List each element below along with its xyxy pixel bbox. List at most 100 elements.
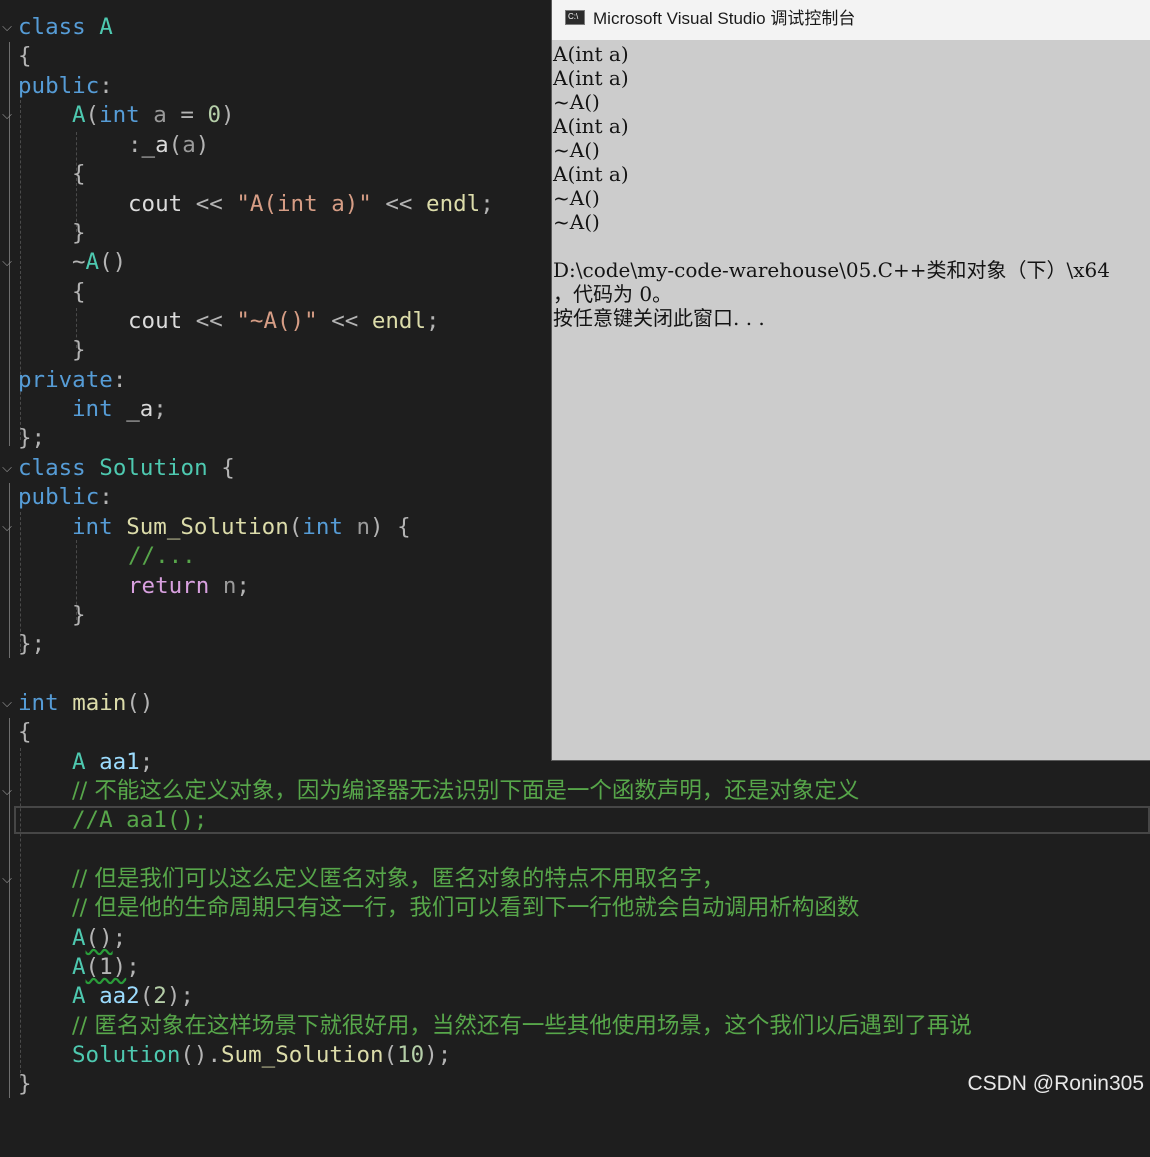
- punct: (: [168, 132, 183, 158]
- type-name: A: [85, 249, 100, 275]
- type-name: A: [72, 925, 86, 951]
- punct: <<: [371, 191, 427, 217]
- code-line[interactable]: A(1);: [0, 953, 1150, 982]
- console-line: ~A(): [553, 90, 600, 114]
- number: 2: [153, 983, 167, 1009]
- keyword: private: [18, 367, 113, 393]
- comment: // 但是我们可以这么定义匿名对象，匿名对象的特点不用取名字，: [72, 866, 725, 892]
- punct: );: [424, 1042, 452, 1068]
- console-line: A(int a): [553, 42, 629, 66]
- code-line[interactable]: // 但是他的生命周期只有这一行，我们可以看到下一行他就会自动调用析构函数: [0, 894, 1150, 923]
- punct: {: [72, 279, 86, 305]
- fold-chevron-icon[interactable]: ⌵: [0, 101, 14, 130]
- code-line[interactable]: A aa2(2);: [0, 982, 1150, 1011]
- code-line[interactable]: // 匿名对象在这样场景下就很好用，当然还有一些其他使用场景，这个我们以后遇到了…: [0, 1012, 1150, 1041]
- punct: {: [18, 43, 32, 69]
- fold-chevron-icon[interactable]: ⌵: [0, 454, 14, 483]
- type-name: Solution: [72, 1042, 181, 1068]
- punct: ;: [426, 308, 440, 334]
- parameter: a: [153, 102, 167, 128]
- warning-squiggle[interactable]: (1): [86, 954, 127, 980]
- punct: :: [99, 73, 113, 99]
- punct: }: [18, 1071, 32, 1097]
- keyword: public: [18, 484, 100, 510]
- punct: ;: [126, 954, 140, 980]
- punct: ;: [112, 925, 127, 951]
- type-name: A: [72, 954, 86, 980]
- punct: ): [195, 132, 210, 158]
- type-name: Solution: [99, 455, 208, 481]
- parameter: n: [356, 514, 371, 540]
- comment: // 但是他的生命周期只有这一行，我们可以看到下一行他就会自动调用析构函数: [72, 895, 860, 921]
- console-line: ~A(): [553, 210, 600, 234]
- punct: ;: [236, 573, 250, 599]
- comment: //...: [128, 543, 196, 569]
- keyword: public: [18, 73, 100, 99]
- fold-chevron-icon[interactable]: ⌵: [0, 513, 14, 542]
- type-name: A: [72, 983, 86, 1009]
- keyword: int: [302, 514, 343, 540]
- watermark: CSDN @Ronin305: [967, 1072, 1144, 1095]
- console-line: A(int a): [553, 114, 629, 138]
- number: 10: [397, 1042, 425, 1068]
- code-line[interactable]: ⌵ // 不能这么定义对象，因为编译器无法识别下面是一个函数声明，还是对象定义: [0, 777, 1150, 806]
- console-line: ~A(): [553, 138, 600, 162]
- parameter: a: [182, 132, 196, 158]
- comment: // 不能这么定义对象，因为编译器无法识别下面是一个函数声明，还是对象定义: [72, 778, 860, 804]
- punct: ().: [180, 1042, 222, 1068]
- debug-console-window[interactable]: C:\ Microsoft Visual Studio 调试控制台 A(int …: [551, 0, 1150, 761]
- keyword: int: [72, 396, 113, 422]
- code-line[interactable]: ⌵ // 但是我们可以这么定义匿名对象，匿名对象的特点不用取名字，: [0, 865, 1150, 894]
- console-output[interactable]: A(int a) A(int a) ~A() A(int a) ~A() A(i…: [552, 40, 1150, 760]
- punct: ~: [72, 249, 86, 275]
- console-titlebar[interactable]: C:\ Microsoft Visual Studio 调试控制台: [552, 0, 1150, 40]
- comment: // 匿名对象在这样场景下就很好用，当然还有一些其他使用场景，这个我们以后遇到了…: [72, 1013, 972, 1039]
- keyword: class: [18, 14, 86, 40]
- parameter: n: [222, 573, 237, 599]
- punct: :: [112, 367, 127, 393]
- console-line: ，代码为 0。: [553, 282, 673, 306]
- keyword: int: [99, 102, 140, 128]
- function-name: main: [72, 690, 127, 716]
- fold-chevron-icon[interactable]: ⌵: [0, 777, 14, 806]
- function-name: Sum_Solution: [221, 1042, 384, 1068]
- punct: );: [166, 983, 194, 1009]
- string-literal: "A(int a)": [236, 191, 372, 217]
- console-line: ~A(): [553, 186, 600, 210]
- type-name: A: [99, 14, 113, 40]
- code-line[interactable]: Solution().Sum_Solution(10);: [0, 1041, 1150, 1070]
- type-name: A: [72, 102, 86, 128]
- punct: (: [139, 983, 154, 1009]
- code-line[interactable]: A();: [0, 924, 1150, 953]
- punct: {: [207, 455, 235, 481]
- control-keyword: return: [128, 573, 210, 599]
- string-literal: "~A()": [236, 308, 318, 334]
- fold-chevron-icon[interactable]: ⌵: [0, 865, 14, 894]
- code-line[interactable]: //A aa1();: [0, 806, 1150, 835]
- warning-squiggle[interactable]: (): [86, 925, 113, 951]
- punct: :: [128, 132, 142, 158]
- punct: ) {: [370, 514, 411, 540]
- console-line: A(int a): [553, 162, 629, 186]
- variable: cout: [128, 191, 183, 217]
- keyword: int: [18, 690, 59, 716]
- punct: {: [18, 719, 32, 745]
- fold-chevron-icon[interactable]: ⌵: [0, 248, 14, 277]
- punct: (): [99, 249, 127, 275]
- keyword: class: [18, 455, 86, 481]
- punct: };: [18, 425, 46, 451]
- number: 0: [207, 102, 222, 128]
- punct: };: [18, 631, 46, 657]
- punct: <<: [182, 308, 237, 334]
- type-name: A: [72, 749, 86, 775]
- function-name: Sum_Solution: [126, 514, 289, 540]
- punct: }: [72, 220, 86, 246]
- console-app-icon: C:\: [565, 10, 585, 25]
- variable: aa2: [99, 983, 140, 1009]
- fold-chevron-icon[interactable]: ⌵: [0, 13, 14, 42]
- fold-chevron-icon[interactable]: ⌵: [0, 689, 14, 718]
- console-line: D:\code\my-code-warehouse\05.C++类和对象（下）\…: [553, 258, 1110, 282]
- console-line: 按任意键关闭此窗口. . .: [553, 306, 765, 330]
- member: _a: [141, 132, 169, 158]
- punct: ;: [139, 749, 154, 775]
